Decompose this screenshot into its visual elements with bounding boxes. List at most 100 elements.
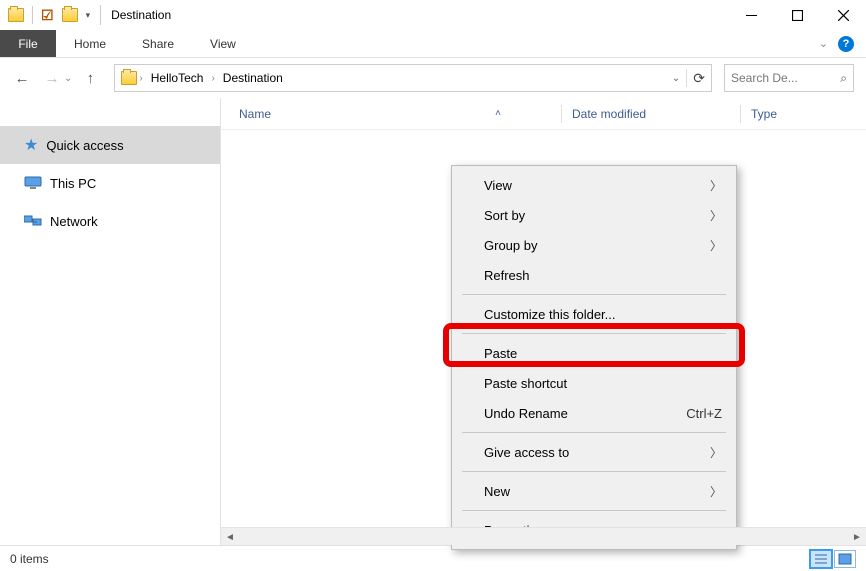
sort-ascending-icon: ˄ [495,108,501,119]
qat-customize-caret-icon[interactable]: ▾ [86,10,91,21]
monitor-icon [24,176,42,190]
menu-item-sort-by[interactable]: Sort by 〉 [452,200,736,230]
ribbon-expand-icon[interactable]: ⌄ [819,37,828,50]
breadcrumb-hellotech[interactable]: HelloTech [145,65,210,91]
column-header-name[interactable]: Name ˄ [239,107,561,121]
forward-button[interactable]: → [40,66,64,90]
menu-item-refresh[interactable]: Refresh [452,260,736,290]
details-view-button[interactable] [810,550,832,568]
column-resize-handle[interactable] [561,105,562,123]
file-tab[interactable]: File [0,30,56,57]
navigation-pane: ★ Quick access This PC Network [0,98,221,545]
menu-label: Paste shortcut [484,376,567,391]
menu-separator [462,510,726,511]
menu-label: Give access to [484,445,569,460]
scroll-left-icon[interactable]: ◄ [221,528,239,546]
menu-separator [462,294,726,295]
new-folder-qat-icon[interactable] [62,8,78,22]
content-area: ★ Quick access This PC Network Name ˄ Da… [0,98,866,545]
separator [32,6,33,24]
item-count: 0 items [10,552,49,566]
column-header-type[interactable]: Type [751,107,777,121]
search-placeholder: Search De... [731,71,798,85]
minimize-icon [746,15,757,16]
menu-item-give-access[interactable]: Give access to 〉 [452,437,736,467]
network-icon [24,214,42,228]
menu-separator [462,471,726,472]
menu-separator [462,333,726,334]
separator [686,69,687,87]
folder-icon [8,8,24,22]
back-button[interactable]: ← [10,66,34,90]
address-dropdown-icon[interactable]: ⌄ [672,73,680,84]
context-menu: View 〉 Sort by 〉 Group by 〉 Refresh Customi… [451,165,737,550]
file-list-area[interactable]: Name ˄ Date modified Type This folder is… [221,98,866,545]
sidebar-item-this-pc[interactable]: This PC [0,164,220,202]
sidebar-item-label: Network [50,214,98,229]
menu-label: Sort by [484,208,525,223]
sidebar-item-label: This PC [50,176,96,191]
menu-item-undo[interactable]: Undo Rename Ctrl+Z [452,398,736,428]
menu-separator [462,432,726,433]
separator [100,5,101,25]
column-label: Name [239,107,271,121]
maximize-button[interactable] [774,0,820,30]
chevron-right-icon[interactable]: › [137,73,144,84]
column-resize-handle[interactable] [740,105,741,123]
sidebar-item-quick-access[interactable]: ★ Quick access [0,126,220,164]
tab-home[interactable]: Home [56,30,124,57]
menu-item-new[interactable]: New 〉 [452,476,736,506]
chevron-right-icon: 〉 [710,444,722,461]
chevron-right-icon: 〉 [710,207,722,224]
menu-label: Group by [484,238,537,253]
thumbnails-view-button[interactable] [834,550,856,568]
details-view-icon [814,553,828,565]
folder-icon [121,71,137,85]
close-icon [838,10,849,21]
up-button[interactable]: ↑ [78,66,102,90]
title-bar: ☑ ▾ Destination [0,0,866,30]
chevron-right-icon: 〉 [710,177,722,194]
view-mode-toggles [810,550,856,568]
tab-share[interactable]: Share [124,30,192,57]
horizontal-scrollbar[interactable]: ◄ ► [221,527,866,545]
close-button[interactable] [820,0,866,30]
chevron-right-icon: 〉 [710,237,722,254]
menu-label: New [484,484,510,499]
search-input[interactable]: Search De... ⌕ [724,64,854,92]
search-icon: ⌕ [840,71,847,86]
menu-label: Refresh [484,268,530,283]
maximize-icon [792,10,803,21]
thumbnails-view-icon [838,553,852,565]
menu-item-view[interactable]: View 〉 [452,170,736,200]
quick-access-toolbar: ☑ ▾ [0,6,90,24]
menu-shortcut: Ctrl+Z [686,406,722,421]
chevron-right-icon[interactable]: › [209,73,216,84]
help-button[interactable]: ? [838,36,854,52]
menu-item-group-by[interactable]: Group by 〉 [452,230,736,260]
sidebar-item-label: Quick access [46,138,123,153]
scroll-right-icon[interactable]: ► [848,528,866,546]
window-controls [728,0,866,30]
refresh-icon[interactable]: ⟳ [693,70,705,87]
column-header-date[interactable]: Date modified [572,107,740,121]
menu-label: Undo Rename [484,406,568,421]
menu-item-customize[interactable]: Customize this folder... [452,299,736,329]
chevron-right-icon: 〉 [710,483,722,500]
address-bar[interactable]: › HelloTech › Destination ⌄ ⟳ [114,64,712,92]
tab-view[interactable]: View [192,30,254,57]
sidebar-item-network[interactable]: Network [0,202,220,240]
ribbon: File Home Share View ⌄ ? [0,30,866,58]
window-title: Destination [111,8,171,22]
menu-item-paste-shortcut[interactable]: Paste shortcut [452,368,736,398]
history-caret-icon[interactable]: ⌄ [64,73,72,84]
breadcrumb-destination[interactable]: Destination [217,65,289,91]
menu-label: Customize this folder... [484,307,616,322]
navigation-bar: ← → ⌄ ↑ › HelloTech › Destination ⌄ ⟳ Se… [0,58,866,98]
menu-label: View [484,178,512,193]
properties-qat-icon[interactable]: ☑ [41,7,54,24]
menu-label: Paste [484,346,517,361]
minimize-button[interactable] [728,0,774,30]
star-icon: ★ [24,135,38,155]
menu-item-paste[interactable]: Paste [452,338,736,368]
